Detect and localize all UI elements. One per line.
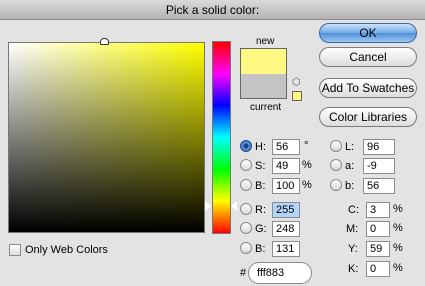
window-title: Pick a solid color: [0,0,425,20]
color-field-marker[interactable] [100,38,109,45]
new-label: new [256,36,275,47]
cancel-button[interactable]: Cancel [319,47,417,67]
a-label: a: [345,160,355,172]
s-radio[interactable] [240,159,252,171]
b-rgb-radio[interactable] [240,242,252,254]
hue-slider[interactable] [212,41,231,234]
current-color-swatch[interactable] [240,74,287,99]
l-radio[interactable] [330,140,342,152]
current-label: current [250,102,282,113]
y-input[interactable]: 59 [366,241,390,257]
g-radio[interactable] [240,222,252,234]
s-unit: % [302,159,312,171]
ok-button[interactable]: OK [319,23,417,43]
y-label: Y: [348,243,358,255]
add-to-swatches-button[interactable]: Add To Swatches [319,78,417,98]
m-input[interactable]: 0 [366,221,390,237]
hex-label: # [240,267,247,279]
new-color-swatch [240,48,287,74]
b-rgb-input[interactable]: 131 [272,241,300,257]
gamut-cube-icon[interactable]: ⬡ [292,78,302,88]
l-label: L: [345,141,355,153]
b-lab-radio[interactable] [330,179,342,191]
b-hsb-unit: % [302,179,312,191]
h-input[interactable]: 56 [272,139,300,155]
b-hsb-radio[interactable] [240,179,252,191]
s-label: S: [255,160,266,172]
a-radio[interactable] [330,159,342,171]
b-lab-label: b: [345,180,355,192]
r-radio[interactable] [240,203,252,215]
color-field[interactable] [8,42,205,233]
s-input[interactable]: 49 [272,158,300,174]
b-hsb-label: B: [255,180,266,192]
h-unit: ° [304,140,309,152]
only-web-colors-label: Only Web Colors [25,244,108,256]
only-web-colors-checkbox[interactable] [9,244,21,256]
k-unit: % [393,262,403,274]
y-unit: % [393,242,403,254]
h-radio[interactable] [240,140,252,152]
k-label: K: [348,263,359,275]
web-safe-swatch[interactable] [292,91,302,101]
r-input[interactable]: 255 [272,202,300,218]
hex-input[interactable]: fff883 [248,262,312,284]
c-unit: % [393,203,403,215]
hue-slider-left-arrow[interactable] [205,201,211,211]
color-libraries-button[interactable]: Color Libraries [319,107,417,127]
h-label: H: [255,141,266,153]
b-lab-input[interactable]: 56 [363,178,395,194]
g-label: G: [255,223,267,235]
m-label: M: [346,223,359,235]
hue-slider-right-arrow[interactable] [231,201,237,211]
c-input[interactable]: 3 [366,202,390,218]
l-input[interactable]: 96 [363,139,395,155]
r-label: R: [255,204,266,216]
b-rgb-label: B: [255,243,266,255]
g-input[interactable]: 248 [272,221,300,237]
b-hsb-input[interactable]: 100 [272,178,300,194]
a-input[interactable]: -9 [363,158,395,174]
m-unit: % [393,222,403,234]
c-label: C: [348,204,359,216]
k-input[interactable]: 0 [366,261,390,277]
